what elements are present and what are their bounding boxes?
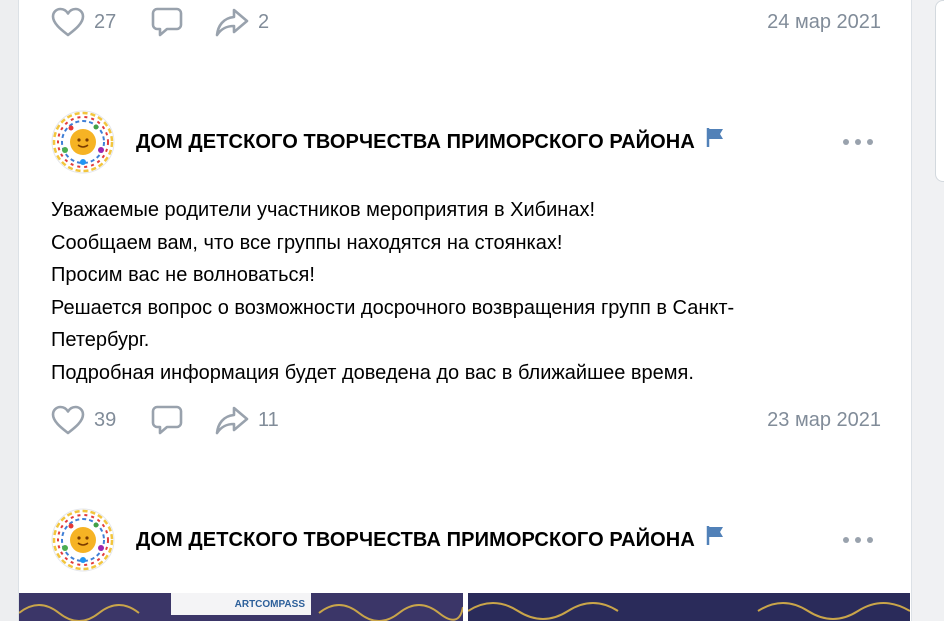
more-dots-icon[interactable] [843, 132, 873, 152]
author-name-text: ДОМ ДЕТСКОГО ТВОРЧЕСТВА ПРИМОРСКОГО РАЙО… [136, 131, 695, 153]
share-count: 2 [258, 10, 270, 33]
avatar[interactable] [51, 508, 115, 572]
post-date[interactable]: 23 мар 2021 [767, 400, 881, 440]
like-button[interactable]: 39 [51, 400, 116, 440]
more-dots-icon[interactable] [843, 530, 873, 550]
heart-icon [51, 405, 85, 435]
post-date[interactable]: 24 мар 2021 [767, 2, 881, 42]
comment-button[interactable] [151, 2, 183, 42]
post-text-line: Сообщаем вам, что все группы находятся н… [51, 231, 563, 254]
scrollbar[interactable] [935, 0, 944, 182]
post-text-line: Подробная информация будет доведена до в… [51, 361, 694, 384]
comment-icon [151, 6, 183, 38]
like-count: 27 [94, 10, 117, 33]
heart-icon [51, 7, 85, 37]
like-count: 39 [94, 408, 117, 431]
comment-button[interactable] [151, 400, 183, 440]
post-text-line: Уважаемые родители участников мероприяти… [51, 199, 596, 221]
post-actions-1: 27 2 24 мар 2021 [51, 2, 881, 42]
post-actions-2: 39 11 23 мар 2021 [51, 400, 881, 440]
post-text-line: Петербург. [51, 329, 150, 352]
avatar[interactable] [51, 110, 115, 174]
flag-icon [705, 508, 725, 572]
media-label: ARTCOMPASS [234, 598, 305, 610]
sponsor-logos: ARTCOMPASS [171, 593, 311, 615]
flag-icon [705, 110, 725, 174]
author-name[interactable]: ДОМ ДЕТСКОГО ТВОРЧЕСТВА ПРИМОРСКОГО РАЙО… [136, 110, 725, 174]
share-icon [215, 405, 249, 435]
post-text: Уважаемые родители участников мероприяти… [51, 194, 861, 390]
author-name-text: ДОМ ДЕТСКОГО ТВОРЧЕСТВА ПРИМОРСКОГО РАЙО… [136, 529, 695, 551]
post-text-line: Решается вопрос о возможности досрочного… [51, 296, 735, 319]
like-button[interactable]: 27 [51, 2, 116, 42]
post-image-1[interactable]: ARTCOMPASS [19, 593, 463, 621]
share-button[interactable]: 2 [215, 2, 269, 42]
share-count: 11 [258, 408, 279, 431]
post-header-3: ДОМ ДЕТСКОГО ТВОРЧЕСТВА ПРИМОРСКОГО РАЙО… [51, 508, 881, 574]
comment-icon [151, 404, 183, 436]
post-image-2[interactable] [468, 593, 910, 621]
share-icon [215, 7, 249, 37]
post-text-line: Просим вас не волноваться! [51, 264, 315, 287]
post-header-2: ДОМ ДЕТСКОГО ТВОРЧЕСТВА ПРИМОРСКОГО РАЙО… [51, 110, 881, 176]
author-name[interactable]: ДОМ ДЕТСКОГО ТВОРЧЕСТВА ПРИМОРСКОГО РАЙО… [136, 508, 725, 572]
share-button[interactable]: 11 [215, 400, 279, 440]
